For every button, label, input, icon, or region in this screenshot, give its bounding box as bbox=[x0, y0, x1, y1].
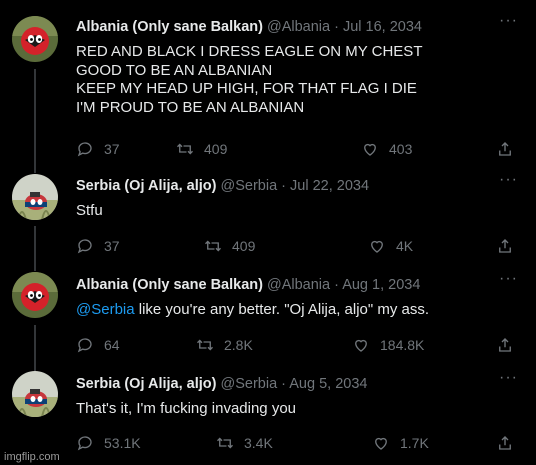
more-options-button[interactable]: ··· bbox=[499, 370, 518, 386]
more-options-button[interactable]: ··· bbox=[499, 172, 518, 188]
retweet-count: 2.8K bbox=[224, 337, 253, 353]
reply-count: 37 bbox=[104, 238, 120, 254]
reply-count: 53.1K bbox=[104, 435, 141, 451]
timestamp[interactable]: Jul 22, 2034 bbox=[290, 178, 369, 194]
like-button[interactable]: 184.8K bbox=[352, 335, 424, 355]
display-name[interactable]: Serbia (Oj Alija, aljo) bbox=[76, 178, 216, 194]
retweet-icon bbox=[177, 143, 193, 155]
reply-icon bbox=[77, 239, 92, 254]
separator: · bbox=[281, 178, 287, 194]
tweet-actions: 53.1K 3.4K 1.7K bbox=[76, 433, 526, 453]
retweet-count: 409 bbox=[204, 141, 228, 157]
separator: · bbox=[281, 376, 287, 392]
share-button[interactable] bbox=[496, 139, 514, 159]
watermark: imgflip.com bbox=[4, 451, 60, 463]
separator: · bbox=[334, 19, 339, 35]
thread-line bbox=[34, 226, 36, 271]
share-button[interactable] bbox=[496, 236, 514, 256]
like-button[interactable]: 4K bbox=[368, 236, 413, 256]
tweet-header: Albania (Only sane Balkan) @Albania · Au… bbox=[76, 275, 496, 295]
serbia-avatar[interactable] bbox=[12, 174, 58, 220]
reply-count: 64 bbox=[104, 337, 120, 353]
thread-line bbox=[34, 325, 36, 371]
reply-button[interactable]: 64 bbox=[76, 335, 120, 355]
tweet-header: Serbia (Oj Alija, aljo) @Serbia · Aug 5,… bbox=[76, 374, 496, 394]
thread-line bbox=[34, 69, 36, 173]
heart-icon bbox=[364, 143, 376, 156]
retweet-count: 3.4K bbox=[244, 435, 273, 451]
like-button[interactable]: 1.7K bbox=[372, 433, 429, 453]
reply-count: 37 bbox=[104, 141, 120, 157]
reply-icon bbox=[77, 338, 92, 353]
retweet-button[interactable]: 409 bbox=[204, 236, 255, 256]
mention-link[interactable]: @Serbia bbox=[76, 301, 135, 318]
retweet-icon bbox=[205, 240, 221, 252]
share-icon bbox=[499, 239, 511, 253]
handle[interactable]: @Serbia bbox=[221, 376, 278, 392]
retweet-button[interactable]: 409 bbox=[176, 139, 227, 159]
tweet-actions: 64 2.8K 184.8K bbox=[76, 335, 526, 355]
like-count: 184.8K bbox=[380, 337, 425, 353]
timestamp[interactable]: Aug 1, 2034 bbox=[342, 277, 420, 293]
tweet-actions: 37 409 4K bbox=[76, 236, 526, 256]
timestamp[interactable]: Jul 16, 2034 bbox=[343, 19, 422, 35]
reply-button[interactable]: 37 bbox=[76, 139, 120, 159]
like-count: 1.7K bbox=[400, 435, 429, 451]
albania-avatar[interactable] bbox=[12, 16, 58, 62]
tweet-actions: 37 409 403 bbox=[76, 139, 526, 159]
retweet-icon bbox=[197, 339, 213, 351]
tweet-text: That's it, I'm fucking invading you bbox=[76, 400, 296, 417]
share-button[interactable] bbox=[496, 433, 514, 453]
retweet-icon bbox=[217, 437, 233, 449]
display-name[interactable]: Serbia (Oj Alija, aljo) bbox=[76, 376, 216, 392]
tweet-header: Albania (Only sane Balkan) @Albania · Ju… bbox=[76, 17, 496, 37]
tweet-text: Stfu bbox=[76, 202, 103, 219]
handle[interactable]: @Albania bbox=[267, 277, 330, 293]
reply-icon bbox=[77, 436, 92, 451]
reply-button[interactable]: 37 bbox=[76, 236, 120, 256]
tweet-body: like you're any better. "Oj Alija, aljo"… bbox=[134, 301, 430, 318]
retweet-button[interactable]: 3.4K bbox=[216, 433, 273, 453]
heart-icon bbox=[355, 339, 367, 352]
display-name[interactable]: Albania (Only sane Balkan) bbox=[76, 19, 263, 35]
like-count: 403 bbox=[389, 141, 413, 157]
share-icon bbox=[499, 436, 511, 450]
tweet-text: @Serbia like you're any better. "Oj Alij… bbox=[76, 301, 506, 320]
share-icon bbox=[499, 338, 511, 352]
share-button[interactable] bbox=[496, 335, 514, 355]
serbia-avatar[interactable] bbox=[12, 371, 58, 417]
tweet-header: Serbia (Oj Alija, aljo) @Serbia · Jul 22… bbox=[76, 176, 496, 196]
handle[interactable]: @Albania bbox=[267, 19, 330, 35]
reply-button[interactable]: 53.1K bbox=[76, 433, 141, 453]
retweet-button[interactable]: 2.8K bbox=[196, 335, 253, 355]
albania-avatar[interactable] bbox=[12, 272, 58, 318]
like-button[interactable]: 403 bbox=[361, 139, 412, 159]
more-options-button[interactable]: ··· bbox=[499, 13, 518, 29]
display-name[interactable]: Albania (Only sane Balkan) bbox=[76, 277, 263, 293]
heart-icon bbox=[375, 437, 387, 450]
share-icon bbox=[499, 142, 511, 156]
more-options-button[interactable]: ··· bbox=[499, 271, 518, 287]
reply-icon bbox=[77, 142, 92, 157]
heart-icon bbox=[371, 240, 383, 253]
retweet-count: 409 bbox=[232, 238, 256, 254]
timestamp[interactable]: Aug 5, 2034 bbox=[289, 376, 367, 392]
handle[interactable]: @Serbia bbox=[221, 178, 278, 194]
separator: · bbox=[334, 277, 339, 293]
like-count: 4K bbox=[396, 238, 414, 254]
tweet-text: RED AND BLACK I DRESS EAGLE ON MY CHEST … bbox=[76, 43, 423, 116]
